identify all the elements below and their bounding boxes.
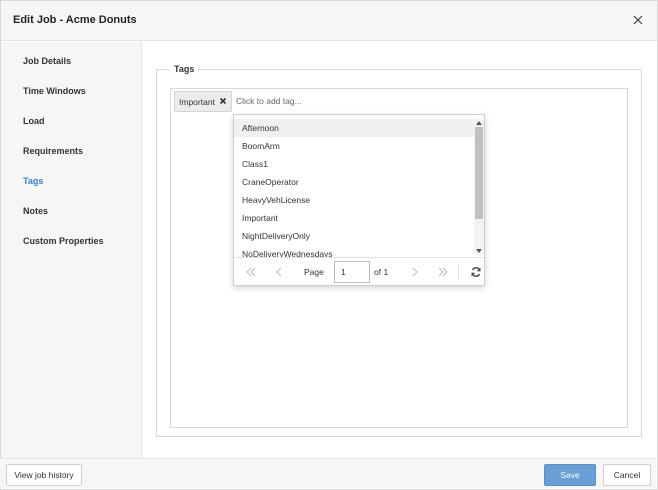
first-page-button[interactable] [244, 265, 258, 279]
scroll-up-icon[interactable] [476, 121, 482, 125]
refresh-button[interactable] [469, 265, 483, 279]
sidebar-item-job-details[interactable]: Job Details [23, 56, 71, 66]
tag-option-nightdeliveryonly[interactable]: NightDeliveryOnly [234, 227, 474, 245]
remove-tag-icon [219, 97, 227, 105]
tag-option-list: Afternoon BoomArm Class1 CraneOperator H… [234, 119, 474, 259]
tag-option-important[interactable]: Important [234, 209, 474, 227]
last-page-icon [438, 267, 448, 277]
close-icon [633, 15, 643, 25]
scrollbar-thumb[interactable] [475, 127, 483, 219]
prev-page-button[interactable] [272, 265, 286, 279]
dialog-footer: View job history Save Cancel [0, 458, 656, 488]
prev-page-icon [276, 267, 282, 277]
sidebar-item-tags[interactable]: Tags [23, 176, 43, 186]
save-button[interactable]: Save [544, 464, 596, 486]
sidebar-item-requirements[interactable]: Requirements [23, 146, 83, 156]
tag-chip-label: Important [179, 97, 215, 107]
tag-option-class1[interactable]: Class1 [234, 155, 474, 173]
tag-option-craneoperator[interactable]: CraneOperator [234, 173, 474, 191]
dialog-header: Edit Job - Acme Donuts [1, 1, 657, 41]
next-page-icon [412, 267, 418, 277]
pager-divider [458, 265, 459, 279]
dropdown-pager: Page of 1 [234, 257, 484, 285]
page-count-label: of 1 [374, 267, 389, 277]
page-number-input[interactable] [334, 261, 370, 283]
refresh-icon [471, 267, 481, 277]
first-page-icon [246, 267, 256, 277]
dropdown-scrollbar[interactable] [474, 119, 484, 255]
tag-dropdown: Afternoon BoomArm Class1 CraneOperator H… [233, 114, 485, 286]
tag-option-boomarm[interactable]: BoomArm [234, 137, 474, 155]
close-button[interactable] [629, 11, 647, 29]
sidebar-item-time-windows[interactable]: Time Windows [23, 86, 86, 96]
last-page-button[interactable] [436, 265, 450, 279]
tags-legend: Tags [170, 64, 199, 74]
sidebar-item-notes[interactable]: Notes [23, 206, 48, 216]
sidebar: Job Details Time Windows Load Requiremen… [1, 42, 142, 459]
remove-tag-button[interactable] [218, 96, 228, 106]
sidebar-item-load[interactable]: Load [23, 116, 45, 126]
cancel-button[interactable]: Cancel [603, 464, 651, 486]
sidebar-item-custom-properties[interactable]: Custom Properties [23, 236, 104, 246]
dialog-title: Edit Job - Acme Donuts [13, 14, 137, 26]
tag-option-afternoon[interactable]: Afternoon [234, 119, 474, 137]
next-page-button[interactable] [408, 265, 422, 279]
page-label: Page [304, 267, 324, 277]
tag-input[interactable] [236, 93, 436, 109]
tag-chip: Important [174, 91, 232, 112]
tag-option-heavyvehlicense[interactable]: HeavyVehLicense [234, 191, 474, 209]
view-job-history-button[interactable]: View job history [6, 464, 82, 486]
scroll-down-icon[interactable] [476, 249, 482, 253]
